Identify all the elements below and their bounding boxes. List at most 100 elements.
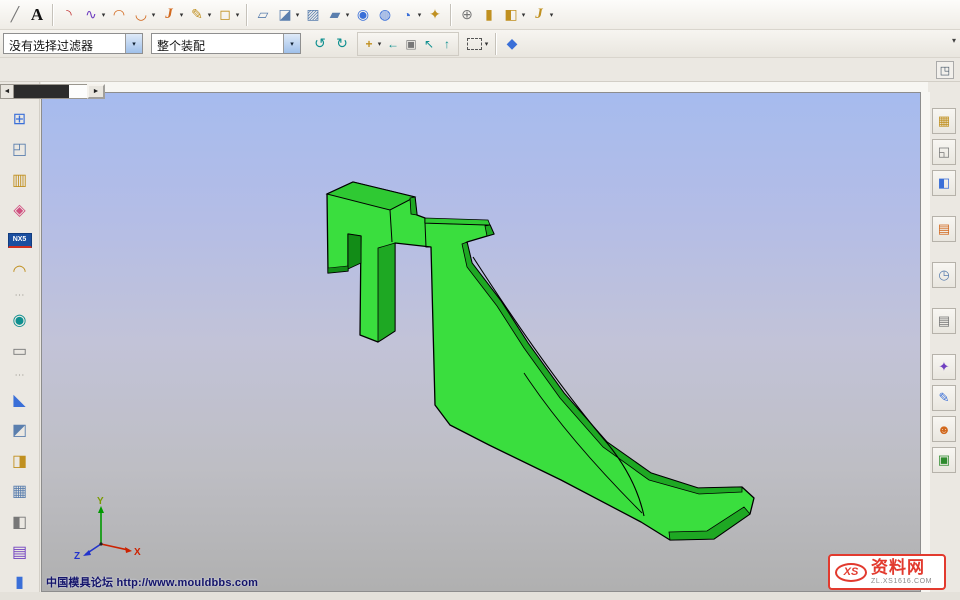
assembly-scope-combo[interactable]: 整个装配 ▾ (151, 33, 301, 54)
toolbar-separator (246, 4, 248, 26)
swept-caret-icon[interactable]: ▾ (343, 3, 352, 27)
assembly-scope-dropdown-icon[interactable]: ▾ (283, 34, 300, 53)
forum-watermark: 中国模具论坛 http://www.mouldbbs.com (46, 574, 258, 590)
studio-surface-icon[interactable]: ✦ (424, 3, 446, 27)
selection-filter-dropdown-icon[interactable]: ▾ (125, 34, 142, 53)
information-list-icon[interactable]: ▤ (932, 308, 956, 334)
toolbar-overflow-icon[interactable]: ▾ (952, 36, 956, 45)
select-rectangle-caret-icon[interactable]: ▾ (482, 32, 491, 56)
triad-x-label: X (134, 547, 141, 558)
orientation-triad: Y X Z (74, 496, 141, 562)
part-navigator-icon[interactable]: ⊞ (7, 106, 33, 131)
view-studio-icon[interactable]: ◨ (7, 448, 33, 473)
model-extension-side-face (485, 225, 494, 236)
restore-window-icon[interactable]: ◳ (936, 61, 954, 79)
snap-point-minibar: + ▾ ← ▣ ↖ ↑ (357, 32, 459, 56)
assembly-scope-value: 整个装配 (152, 34, 283, 53)
scrollbar-thumb[interactable] (14, 85, 69, 98)
selection-toolbar: 没有选择过滤器 ▾ 整个装配 ▾ ↺ ↻ + ▾ ← ▣ ↖ ↑ ▾ ◆ (0, 30, 960, 58)
triad-z-label: Z (74, 551, 80, 562)
toolbar-separator (450, 4, 452, 26)
back-icon[interactable]: ← (384, 32, 402, 56)
nx5-badge-label: NX5 (8, 233, 32, 248)
sketch-diamond-icon[interactable]: ◈ (7, 197, 33, 222)
x-form-caret-icon[interactable]: ▾ (547, 3, 556, 27)
roles-book-icon[interactable]: ▤ (7, 539, 33, 564)
color-palette-icon[interactable]: ✦ (932, 354, 956, 380)
ruled-surface-icon[interactable]: ▱ (252, 3, 274, 27)
curve-swoosh-icon[interactable]: ◠ (7, 258, 33, 283)
bottom-strip (0, 592, 960, 600)
model-slot-face (348, 234, 361, 269)
constraint-navigator-icon[interactable]: ◱ (932, 139, 956, 165)
shaded-cube-icon[interactable]: ◆ (501, 32, 523, 56)
main-toolbar: ╱ A ◝ ∿ ▾ ◠ ◡ ▾ J ▾ ✎ ▾ ◻ ▾ ▱ ◪ ▾ ▨ ▰ ▾ … (0, 0, 960, 30)
nx5-badge[interactable]: NX5 (7, 228, 33, 253)
rail-separator: ⋯ (8, 290, 32, 301)
update-icon[interactable]: ↺ (309, 32, 331, 56)
arc-caret-icon[interactable]: ▾ (149, 3, 158, 27)
text-tool-icon[interactable]: A (26, 3, 48, 27)
model-canvas[interactable]: Y X Z (42, 93, 922, 593)
datum-plane-icon[interactable]: ◧ (7, 509, 33, 534)
scrollbar-track[interactable] (14, 84, 87, 99)
trim-caret-icon[interactable]: ▾ (519, 3, 528, 27)
graphics-viewport[interactable]: Y X Z 中国模具论坛 http://www.mouldbbs.com (41, 92, 921, 592)
dock-bar (0, 58, 960, 82)
rectangle-select-icon[interactable]: ▭ (7, 338, 33, 363)
scroll-right-button[interactable]: ► (87, 84, 105, 99)
move-face-icon[interactable]: ⊕ (456, 3, 478, 27)
through-curves-caret-icon[interactable]: ▾ (293, 3, 302, 27)
annotation-pencil-icon[interactable]: ✎ (932, 385, 956, 411)
selection-filter-value: 没有选择过滤器 (4, 34, 125, 53)
assembly-navigator-icon[interactable]: ◰ (7, 136, 33, 161)
watermark-domain-text: ZL.XS1616.COM (871, 578, 932, 585)
left-resource-bar: ⊞ ◰ ▥ ◈ NX5 ◠ ⋯ ◉ ▭ ⋯ ◣ ◩ ◨ ▦ ◧ ▤ ▮ (0, 82, 40, 600)
roles-people-icon[interactable]: ☻ (932, 416, 956, 442)
toolbar-separator (52, 4, 54, 26)
spline-caret-icon[interactable]: ▾ (99, 3, 108, 27)
assembly-navigator-tab-icon[interactable]: ▦ (932, 108, 956, 134)
part-family-icon[interactable]: ◧ (932, 170, 956, 196)
rail-separator: ⋯ (8, 370, 32, 381)
raise-icon[interactable]: ↑ (438, 32, 456, 56)
model-column-side-face (378, 243, 395, 342)
site-watermark: XS 资料网 ZL.XS1616.COM (828, 554, 946, 590)
bridge-caret-icon[interactable]: ▾ (415, 3, 424, 27)
xs-logo: XS (835, 563, 867, 582)
top-horizontal-scrollbar: ◄ ► (0, 84, 105, 99)
scroll-left-button[interactable]: ◄ (0, 84, 14, 99)
workspace-top-strip (41, 82, 928, 92)
dashed-rectangle-glyph (467, 38, 482, 50)
orient-icon[interactable]: ↖ (420, 32, 438, 56)
bracket-part-model[interactable] (327, 182, 754, 540)
show-hide-icon[interactable]: ◉ (7, 307, 33, 332)
solid-box-icon[interactable]: ▣ (402, 32, 420, 56)
edit-curve-caret-icon[interactable]: ▾ (205, 3, 214, 27)
history-clock-icon[interactable]: ◷ (932, 262, 956, 288)
rectangle-caret-icon[interactable]: ▾ (233, 3, 242, 27)
selection-filter-combo[interactable]: 没有选择过滤器 ▾ (3, 33, 143, 54)
layer-settings-icon[interactable]: ▦ (7, 478, 33, 503)
profile-icon[interactable]: ◝ (58, 3, 80, 27)
arc-icon[interactable]: ◠ (108, 3, 130, 27)
watermark-brand-text: 资料网 (871, 559, 932, 576)
snap-point-caret-icon[interactable]: ▾ (375, 32, 384, 56)
reuse-library-icon[interactable]: ▥ (7, 167, 33, 192)
sketch-line-icon[interactable]: ╱ (4, 3, 26, 27)
sphere-points-icon[interactable]: ◉ (352, 3, 374, 27)
n-sided-surface-icon[interactable]: ◍ (374, 3, 396, 27)
toolbar-separator (495, 33, 497, 55)
curve-mesh-icon[interactable]: ▨ (302, 3, 324, 27)
viewport-right-gap (921, 92, 930, 592)
reuse-book-icon[interactable]: ▤ (932, 216, 956, 242)
offset-face-icon[interactable]: ▮ (478, 3, 500, 27)
view-wireframe-icon[interactable]: ◩ (7, 418, 33, 443)
nx-cad-window: { "glyphs": { "caret": "▾", "scroll_left… (0, 0, 960, 600)
right-toolbar: ▦ ◱ ◧ ▤ ◷ ▤ ✦ ✎ ☻ ▣ (930, 96, 958, 473)
image-capture-icon[interactable]: ▣ (932, 447, 956, 473)
triad-y-label: Y (97, 496, 104, 507)
fillet-caret-icon[interactable]: ▾ (177, 3, 186, 27)
redo-update-icon[interactable]: ↻ (331, 32, 353, 56)
view-shaded-icon[interactable]: ◣ (7, 387, 33, 412)
